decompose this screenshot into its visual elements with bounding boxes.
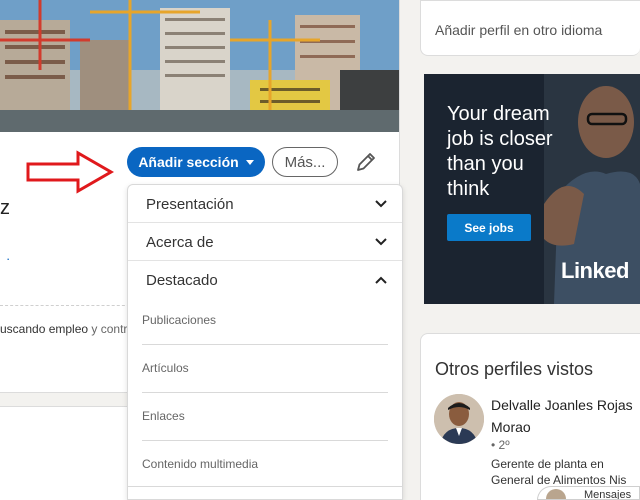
more-button[interactable]: Más...: [272, 147, 338, 177]
cover-image: [0, 0, 399, 132]
add-section-button[interactable]: Añadir sección: [127, 147, 265, 177]
dropdown-divider: [128, 486, 402, 487]
section-label: Destacado: [146, 272, 218, 289]
open-to-work-status: uscando empleo y contr: [0, 322, 127, 336]
dropdown-item-enlaces[interactable]: Enlaces: [142, 393, 388, 441]
dropdown-item-articulos[interactable]: Artículos: [142, 345, 388, 393]
dashed-divider: [0, 305, 135, 306]
chevron-down-icon: [375, 200, 387, 208]
section-label: Acerca de: [146, 234, 214, 251]
dropdown-section-destacado[interactable]: Destacado: [128, 261, 402, 299]
construction-photo: [0, 0, 399, 132]
item-label: Artículos: [142, 361, 189, 375]
more-label: Más...: [284, 153, 326, 171]
status-text: uscando empleo: [0, 322, 89, 336]
section-label: Presentación: [146, 196, 234, 213]
dropdown-item-publicaciones[interactable]: Publicaciones: [142, 297, 388, 345]
chevron-down-icon: [375, 238, 387, 246]
add-language-profile-card: Añadir perfil en otro idioma: [420, 0, 640, 56]
linkedin-logo: Linked: [561, 258, 629, 283]
person-headline: Gerente de planta en General de Alimento…: [491, 457, 627, 487]
item-label: Contenido multimedia: [142, 457, 259, 471]
add-section-dropdown: Presentación Acerca de Destacado Publica…: [127, 184, 403, 500]
dropdown-section-acerca-de[interactable]: Acerca de: [128, 223, 402, 261]
profile-dot-fragment: ·: [6, 251, 11, 266]
see-jobs-button[interactable]: See jobs: [447, 214, 531, 241]
ad-headline: Your dream job is closer than you think: [447, 103, 553, 200]
pencil-edit-icon[interactable]: [354, 150, 378, 174]
status-suffix: y contr: [88, 322, 128, 336]
dropdown-section-presentacion[interactable]: Presentación: [128, 185, 402, 223]
add-section-label: Añadir sección: [138, 154, 239, 170]
item-label: Publicaciones: [142, 313, 217, 327]
add-language-profile-link[interactable]: Añadir perfil en otro idioma: [435, 22, 602, 38]
red-arrow-icon: [26, 150, 114, 194]
job-ad-banner[interactable]: Your dream job is closer than you think …: [424, 74, 640, 304]
person-name-link[interactable]: Delvalle Joanles Rojas Morao: [491, 394, 639, 438]
profile-name-fragment: z: [0, 197, 10, 219]
item-label: Enlaces: [142, 409, 185, 423]
other-profiles-card: Otros perfiles vistos Delvalle Joanles R…: [420, 333, 640, 500]
see-jobs-label: See jobs: [464, 220, 514, 235]
messaging-bar[interactable]: Mensajes: [537, 486, 640, 500]
chevron-up-icon: [375, 276, 387, 284]
messaging-label: Mensajes: [584, 489, 632, 500]
caret-down-icon: [245, 159, 254, 165]
other-profiles-title: Otros perfiles vistos: [435, 359, 594, 379]
connection-degree: • 2º: [491, 438, 510, 452]
avatar[interactable]: [434, 394, 484, 444]
person-avatar-image: [434, 394, 484, 444]
dropdown-item-contenido-multimedia[interactable]: Contenido multimedia: [142, 441, 388, 489]
avatar: [546, 489, 566, 499]
